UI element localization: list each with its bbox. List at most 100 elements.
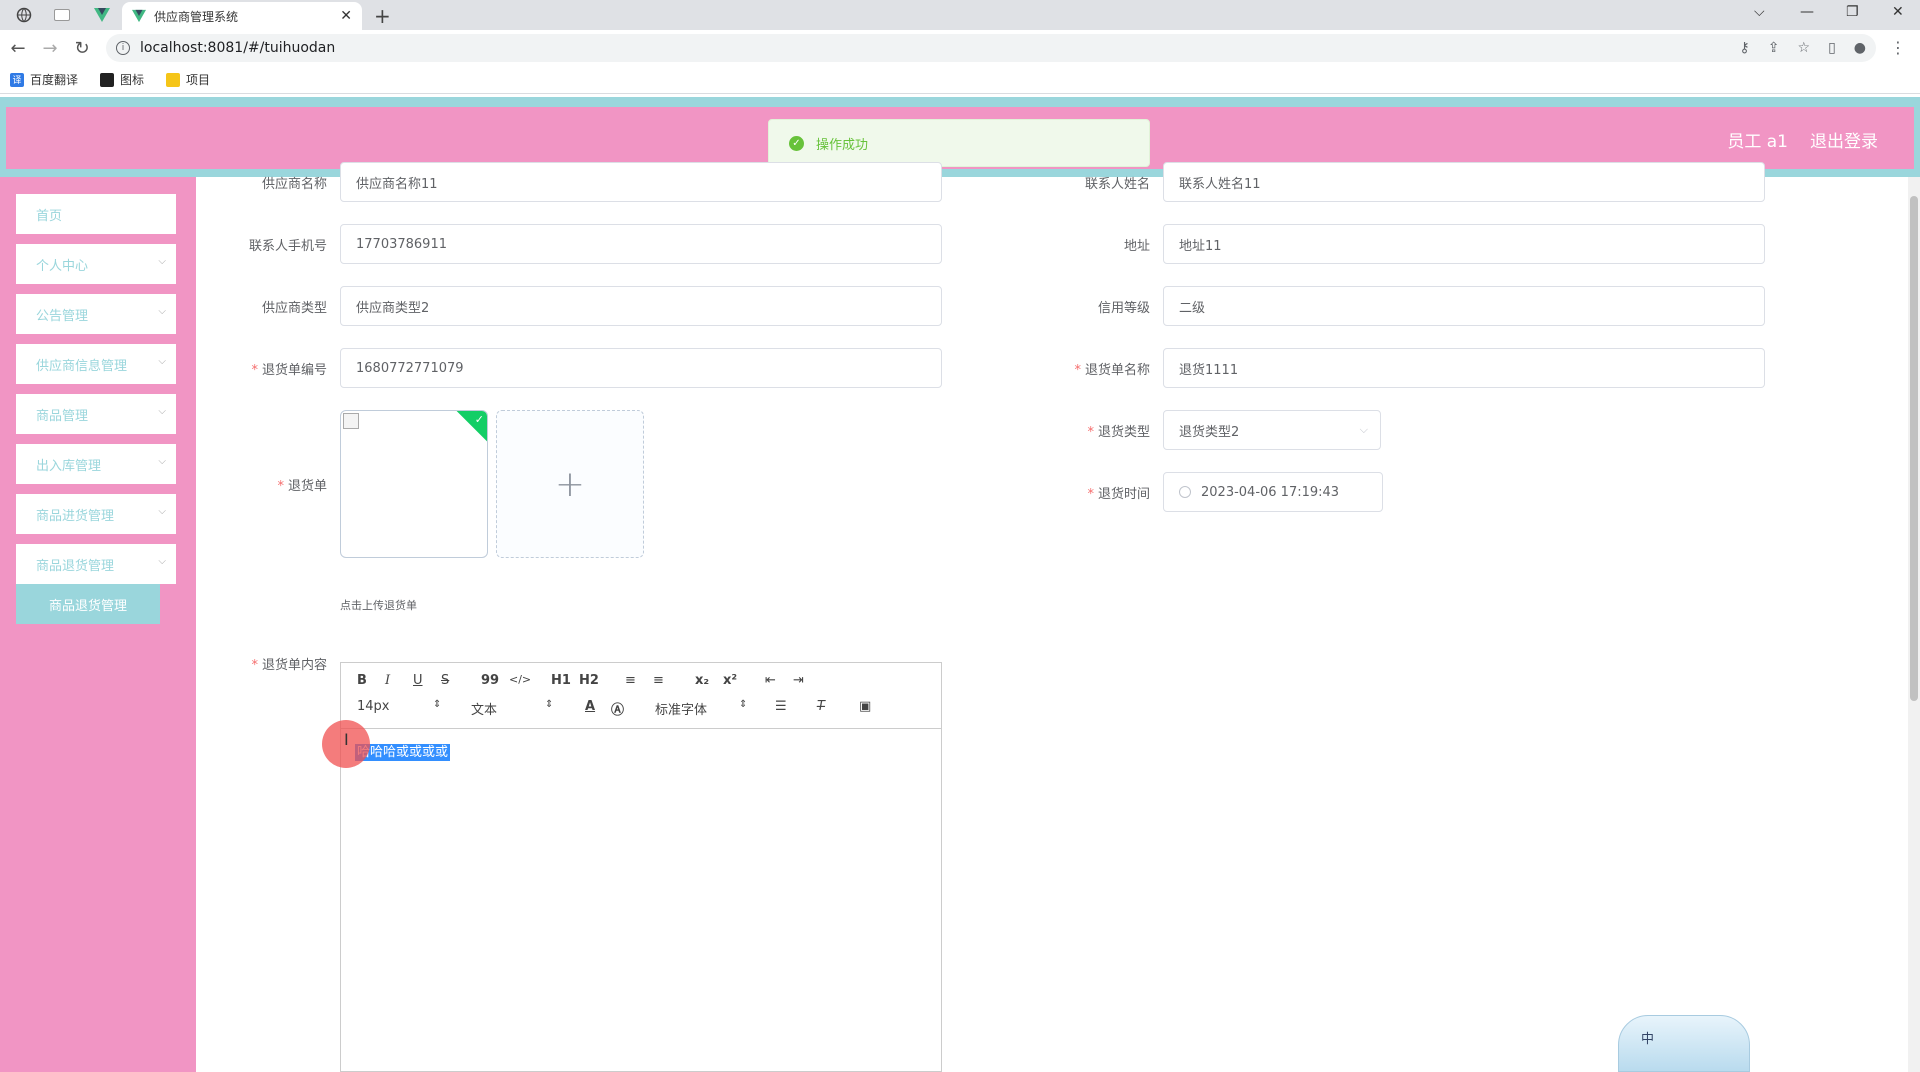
font-family-select[interactable]: 标准字体 (655, 699, 707, 718)
contact-name-label: 联系人姓名 (1084, 177, 1150, 192)
sidebar-item-home[interactable]: 首页 (16, 194, 176, 234)
blank-page-icon (54, 9, 70, 21)
sidebar-item-profile[interactable]: 个人中心 ⌵ (16, 244, 176, 284)
toast-message: 操作成功 (816, 137, 869, 153)
return-type-select[interactable]: 退货类型2 ⌵ (1163, 410, 1381, 450)
uploaded-image-thumbnail[interactable]: ✓ (340, 410, 488, 558)
sidebar: 首页 个人中心 ⌵ 公告管理 ⌵ 供应商信息管理 ⌵ 商品管理 ⌵ 出入库管理 ⌵ 商品进… (0, 177, 196, 1072)
sidebar-item-suppliers[interactable]: 供应商信息管理 ⌵ (16, 344, 176, 384)
ordered-list-button[interactable]: ≡ (625, 673, 636, 688)
bookmark-projects[interactable]: 项目 (166, 71, 210, 88)
superscript-button[interactable]: x² (723, 673, 737, 688)
phone-label: 联系人手机号 (248, 239, 327, 254)
chevron-down-icon: ⌵ (158, 356, 166, 367)
sidebar-item-purchases[interactable]: 商品进货管理 ⌵ (16, 494, 176, 534)
current-user: 员工 a1 (1727, 132, 1788, 152)
pinned-tab-vue[interactable] (84, 3, 120, 27)
back-button[interactable]: ← (4, 34, 32, 62)
background-color-icon[interactable]: Ⓐ (611, 699, 624, 718)
check-icon: ✓ (474, 413, 484, 426)
upload-tip: 点击上传退货单 (340, 599, 417, 612)
chevron-down-icon: ⌵ (158, 306, 166, 317)
return-time-picker[interactable]: 2023-04-06 17:19:43 (1163, 472, 1383, 512)
upload-add-button[interactable]: + (496, 410, 644, 558)
subscript-button[interactable]: x₂ (695, 673, 709, 688)
tab-search-icon[interactable]: ⌵ (1754, 4, 1765, 20)
browser-tabbar: 供应商管理系统 ✕ + ⌵ — ❐ ✕ (0, 0, 1920, 30)
bullet-list-button[interactable]: ≡ (653, 673, 664, 688)
return-time-label: * 退货时间 (1087, 487, 1150, 502)
header-select[interactable]: 文本 (471, 699, 497, 718)
return-type-label: * 退货类型 (1087, 425, 1150, 440)
updown-icon: ⇕ (545, 699, 554, 710)
chevron-down-icon: ⌵ (158, 456, 166, 467)
sidepanel-icon[interactable]: ▯ (1828, 40, 1836, 56)
font-color-icon[interactable]: A (585, 699, 595, 714)
minimize-button[interactable]: — (1800, 4, 1814, 20)
browser-menu-icon[interactable]: ⋮ (1890, 38, 1906, 57)
insert-image-icon[interactable]: ▣ (859, 699, 871, 714)
chevron-down-icon: ⌵ (158, 406, 166, 417)
order-no-input[interactable]: 1680772771079 (340, 348, 942, 388)
active-tab[interactable]: 供应商管理系统 ✕ (122, 2, 362, 30)
contact-name-input[interactable]: 联系人姓名11 (1163, 162, 1765, 202)
logout-link[interactable]: 退出登录 (1810, 127, 1878, 152)
url-omnibox[interactable]: i localhost:8081/#/tuihuodan ⚷ ⇪ ☆ ▯ ● (106, 34, 1876, 62)
close-window-button[interactable]: ✕ (1892, 4, 1904, 20)
success-toast: ✓ 操作成功 (768, 119, 1150, 167)
bookmarks-bar: 译 百度翻译 图标 项目 (0, 66, 1920, 94)
align-icon[interactable]: ☰ (775, 699, 787, 714)
sidebar-subitem-returns[interactable]: 商品退货管理 (16, 584, 160, 624)
supplier-name-input[interactable]: 供应商名称11 (340, 162, 942, 202)
outdent-button[interactable]: ⇤ (765, 673, 776, 688)
image-icon (100, 72, 115, 87)
phone-input[interactable]: 17703786911 (340, 224, 942, 264)
text-cursor-icon: I (344, 730, 349, 749)
bookmark-baidu-translate[interactable]: 译 百度翻译 (10, 71, 78, 88)
supplier-type-input[interactable]: 供应商类型2 (340, 286, 942, 326)
star-icon[interactable]: ☆ (1798, 40, 1811, 56)
credit-input[interactable]: 二级 (1163, 286, 1765, 326)
ime-widget[interactable]: 中 (1618, 1015, 1750, 1072)
underline-button[interactable]: U (413, 673, 423, 688)
strike-button[interactable]: S (441, 673, 449, 688)
vue-logo-icon (132, 9, 146, 23)
vue-logo-icon (94, 8, 110, 22)
share-icon[interactable]: ⇪ (1768, 40, 1780, 56)
reload-button[interactable]: ↻ (68, 34, 96, 62)
sidebar-item-notices[interactable]: 公告管理 ⌵ (16, 294, 176, 334)
bold-button[interactable]: B (357, 673, 367, 688)
restore-button[interactable]: ❐ (1846, 4, 1859, 20)
clear-format-icon[interactable]: T̶ (817, 699, 825, 714)
sidebar-item-products[interactable]: 商品管理 ⌵ (16, 394, 176, 434)
key-icon[interactable]: ⚷ (1740, 40, 1750, 56)
forward-button[interactable]: → (36, 34, 64, 62)
image-label: * 退货单 (277, 479, 327, 494)
rich-text-editor[interactable]: B I U S 99 </> H1 H2 ≡ ≡ x₂ x² ⇤ ⇥ 14px … (340, 662, 942, 1072)
h2-button[interactable]: H2 (579, 673, 599, 688)
pinned-tab-globe[interactable] (6, 3, 42, 27)
content-label: * 退货单内容 (251, 658, 327, 673)
new-tab-button[interactable]: + (374, 4, 391, 28)
profile-icon[interactable]: ● (1854, 40, 1866, 56)
address-input[interactable]: 地址11 (1163, 224, 1765, 264)
pinned-tab-blank[interactable] (44, 3, 80, 27)
bookmark-icons[interactable]: 图标 (100, 71, 144, 88)
h1-button[interactable]: H1 (551, 673, 571, 688)
site-info-icon[interactable]: i (116, 41, 130, 55)
broken-image-icon (343, 413, 359, 429)
sidebar-item-returns[interactable]: 商品退货管理 ⌵ (16, 544, 176, 584)
font-size-select[interactable]: 14px (357, 699, 390, 714)
indent-button[interactable]: ⇥ (793, 673, 804, 688)
order-name-input[interactable]: 退货1111 (1163, 348, 1765, 388)
italic-button[interactable]: I (385, 673, 390, 688)
ime-mode-label: 中 (1641, 1032, 1655, 1047)
chevron-down-icon: ⌵ (158, 506, 166, 517)
scrollbar-thumb[interactable] (1910, 196, 1918, 701)
sidebar-item-inventory[interactable]: 出入库管理 ⌵ (16, 444, 176, 484)
clock-icon (1179, 486, 1191, 498)
code-button[interactable]: </> (509, 673, 531, 686)
close-tab-icon[interactable]: ✕ (340, 8, 352, 24)
blockquote-button[interactable]: 99 (481, 673, 499, 688)
globe-icon (16, 7, 32, 23)
